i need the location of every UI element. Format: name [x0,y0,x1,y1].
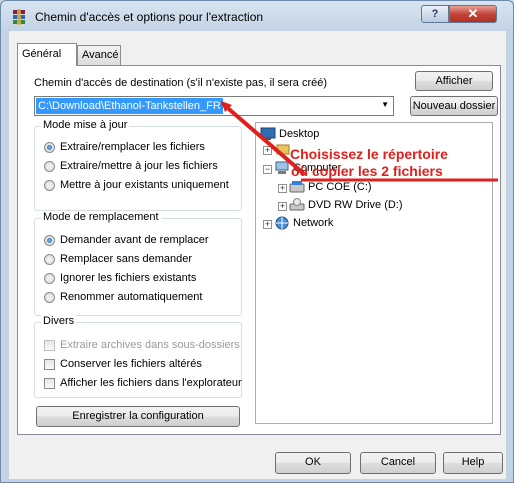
dialog-client: Général Avancé Chemin d'accès de destina… [9,31,506,479]
destination-combobox[interactable]: C:\Download\Ethanol-Tankstellen_FR ▼ [34,96,394,116]
tab-advanced[interactable]: Avancé [77,45,121,65]
tree-node-drive-d[interactable]: DVD RW Drive (D:) [289,198,403,212]
help-button[interactable]: Help [443,452,503,474]
tab-general[interactable]: Général [17,43,77,66]
checkbox-icon [44,339,55,351]
dropdown-arrow-icon[interactable]: ▼ [381,100,389,109]
checkbox-icon[interactable] [44,377,55,389]
radio-selected-icon[interactable] [44,234,55,246]
update-mode-title: Mode mise à jour [41,119,130,131]
radio-auto-rename[interactable]: Renommer automatiquement [44,291,202,303]
desktop-icon [260,127,276,140]
radio-icon[interactable] [44,253,55,265]
check-extract-subfolders: Extraire archives dans sous-dossiers [44,339,240,351]
close-button[interactable]: ✕ [449,5,497,23]
radio-update-existing[interactable]: Mettre à jour existants uniquement [44,179,229,191]
computer-icon [275,161,289,174]
save-config-button[interactable]: Enregistrer la configuration [36,406,240,427]
title-bar[interactable]: Chemin d'accès et options pour l'extract… [1,1,513,31]
radio-extract-update[interactable]: Extraire/mettre à jour les fichiers [44,160,218,172]
radio-icon[interactable] [44,272,55,284]
radio-icon[interactable] [44,291,55,303]
misc-title: Divers [41,315,77,327]
radio-extract-replace[interactable]: Extraire/remplacer les fichiers [44,141,205,153]
radio-ask-before-replace[interactable]: Demander avant de remplacer [44,234,209,246]
network-icon [275,216,289,230]
help-title-button[interactable]: ? [421,5,449,23]
extraction-dialog: Chemin d'accès et options pour l'extract… [0,0,514,483]
annotation-line-2: où copier les 2 fichiers [291,163,443,179]
radio-icon[interactable] [44,179,55,191]
ok-button[interactable]: OK [275,452,351,474]
general-panel: Chemin d'accès de destination (s'il n'ex… [17,65,501,435]
tree-node-network[interactable]: Network [274,216,333,230]
tree-node-desktop[interactable]: Desktop [260,127,319,141]
tree-node-drive-c[interactable]: PC COE (C:) [289,180,372,194]
folder-icon [276,144,290,155]
expand-icon[interactable]: + [278,202,287,211]
hard-drive-icon [289,181,305,193]
checkbox-icon[interactable] [44,358,55,370]
show-button[interactable]: Afficher [415,71,493,91]
destination-value[interactable]: C:\Download\Ethanol-Tankstellen_FR [36,98,223,114]
cancel-button[interactable]: Cancel [360,452,436,474]
radio-replace-without-asking[interactable]: Remplacer sans demander [44,253,192,265]
expand-icon[interactable]: − [263,165,272,174]
destination-label: Chemin d'accès de destination (s'il n'ex… [34,77,328,89]
window-title: Chemin d'accès et options pour l'extract… [35,10,264,24]
check-show-in-explorer[interactable]: Afficher les fichiers dans l'explorateur [44,377,242,389]
annotation-line-1: Choisissez le répertoire [290,146,448,162]
expand-icon[interactable]: + [263,220,272,229]
check-keep-broken[interactable]: Conserver les fichiers altérés [44,358,202,370]
radio-skip-existing[interactable]: Ignorer les fichiers existants [44,272,196,284]
radio-selected-icon[interactable] [44,141,55,153]
replace-mode-title: Mode de remplacement [41,211,161,223]
winrar-icon [13,9,25,25]
radio-icon[interactable] [44,160,55,172]
expand-icon[interactable]: + [278,184,287,193]
dvd-drive-icon [289,198,305,211]
expand-icon[interactable]: + [263,146,272,155]
new-folder-button[interactable]: Nouveau dossier [410,96,498,116]
